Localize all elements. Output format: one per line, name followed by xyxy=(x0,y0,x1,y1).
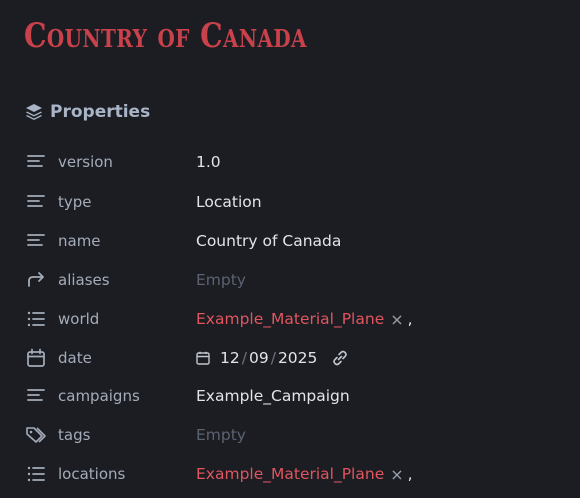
remove-icon[interactable]: × xyxy=(390,465,403,484)
property-key: aliases xyxy=(58,271,110,289)
property-key: name xyxy=(58,232,101,250)
property-row-version[interactable]: version 1.0 xyxy=(24,148,564,176)
date-field[interactable]: 12 / 09 / 2025 xyxy=(196,349,349,367)
properties-header[interactable]: Properties xyxy=(24,100,150,124)
list-icon xyxy=(24,462,48,486)
list-icon xyxy=(24,307,48,331)
property-value[interactable]: Location xyxy=(196,193,262,211)
property-key: locations xyxy=(58,465,126,483)
date-separator: / xyxy=(270,349,276,367)
property-value-empty[interactable]: Empty xyxy=(196,271,246,289)
date-month[interactable]: 09 xyxy=(249,349,269,367)
text-lines-icon xyxy=(24,190,48,214)
calendar-icon xyxy=(24,346,48,370)
forward-arrow-icon xyxy=(24,268,48,292)
text-lines-icon xyxy=(24,384,48,408)
text-lines-icon xyxy=(24,150,48,174)
property-row-campaigns[interactable]: campaigns Example_Campaign xyxy=(24,382,564,410)
separator: , xyxy=(407,310,413,328)
property-row-date[interactable]: date 12 / 09 / 2025 xyxy=(24,344,564,372)
property-row-type[interactable]: type Location xyxy=(24,188,564,216)
property-key: date xyxy=(58,349,92,367)
property-key: version xyxy=(58,153,113,171)
property-key: world xyxy=(58,310,100,328)
separator: , xyxy=(407,465,413,483)
property-key: campaigns xyxy=(58,387,140,405)
property-row-world[interactable]: world Example_Material_Plane × , xyxy=(24,305,564,333)
property-value: Example_Material_Plane × , xyxy=(196,465,413,484)
date-separator: / xyxy=(241,349,247,367)
property-row-aliases[interactable]: aliases Empty xyxy=(24,266,564,294)
property-row-tags[interactable]: tags Empty xyxy=(24,421,564,449)
campaign-link[interactable]: Example_Campaign xyxy=(196,387,350,405)
page-title: Country of Canada xyxy=(24,16,307,56)
calendar-small-icon[interactable] xyxy=(196,351,210,365)
property-row-name[interactable]: name Country of Canada xyxy=(24,227,564,255)
property-key: tags xyxy=(58,426,91,444)
properties-label: Properties xyxy=(50,102,151,122)
property-value-empty[interactable]: Empty xyxy=(196,426,246,444)
property-value: Example_Material_Plane × , xyxy=(196,310,413,329)
layers-icon xyxy=(24,102,44,122)
property-value[interactable]: Country of Canada xyxy=(196,232,341,250)
date-day[interactable]: 12 xyxy=(220,349,240,367)
remove-icon[interactable]: × xyxy=(390,310,403,329)
location-link[interactable]: Example_Material_Plane xyxy=(196,465,384,483)
link-icon[interactable] xyxy=(331,349,349,367)
world-link[interactable]: Example_Material_Plane xyxy=(196,310,384,328)
property-row-locations[interactable]: locations Example_Material_Plane × , xyxy=(24,460,564,488)
date-year[interactable]: 2025 xyxy=(278,349,317,367)
tags-icon xyxy=(24,423,48,447)
text-lines-icon xyxy=(24,229,48,253)
property-value[interactable]: 1.0 xyxy=(196,153,221,171)
property-key: type xyxy=(58,193,92,211)
